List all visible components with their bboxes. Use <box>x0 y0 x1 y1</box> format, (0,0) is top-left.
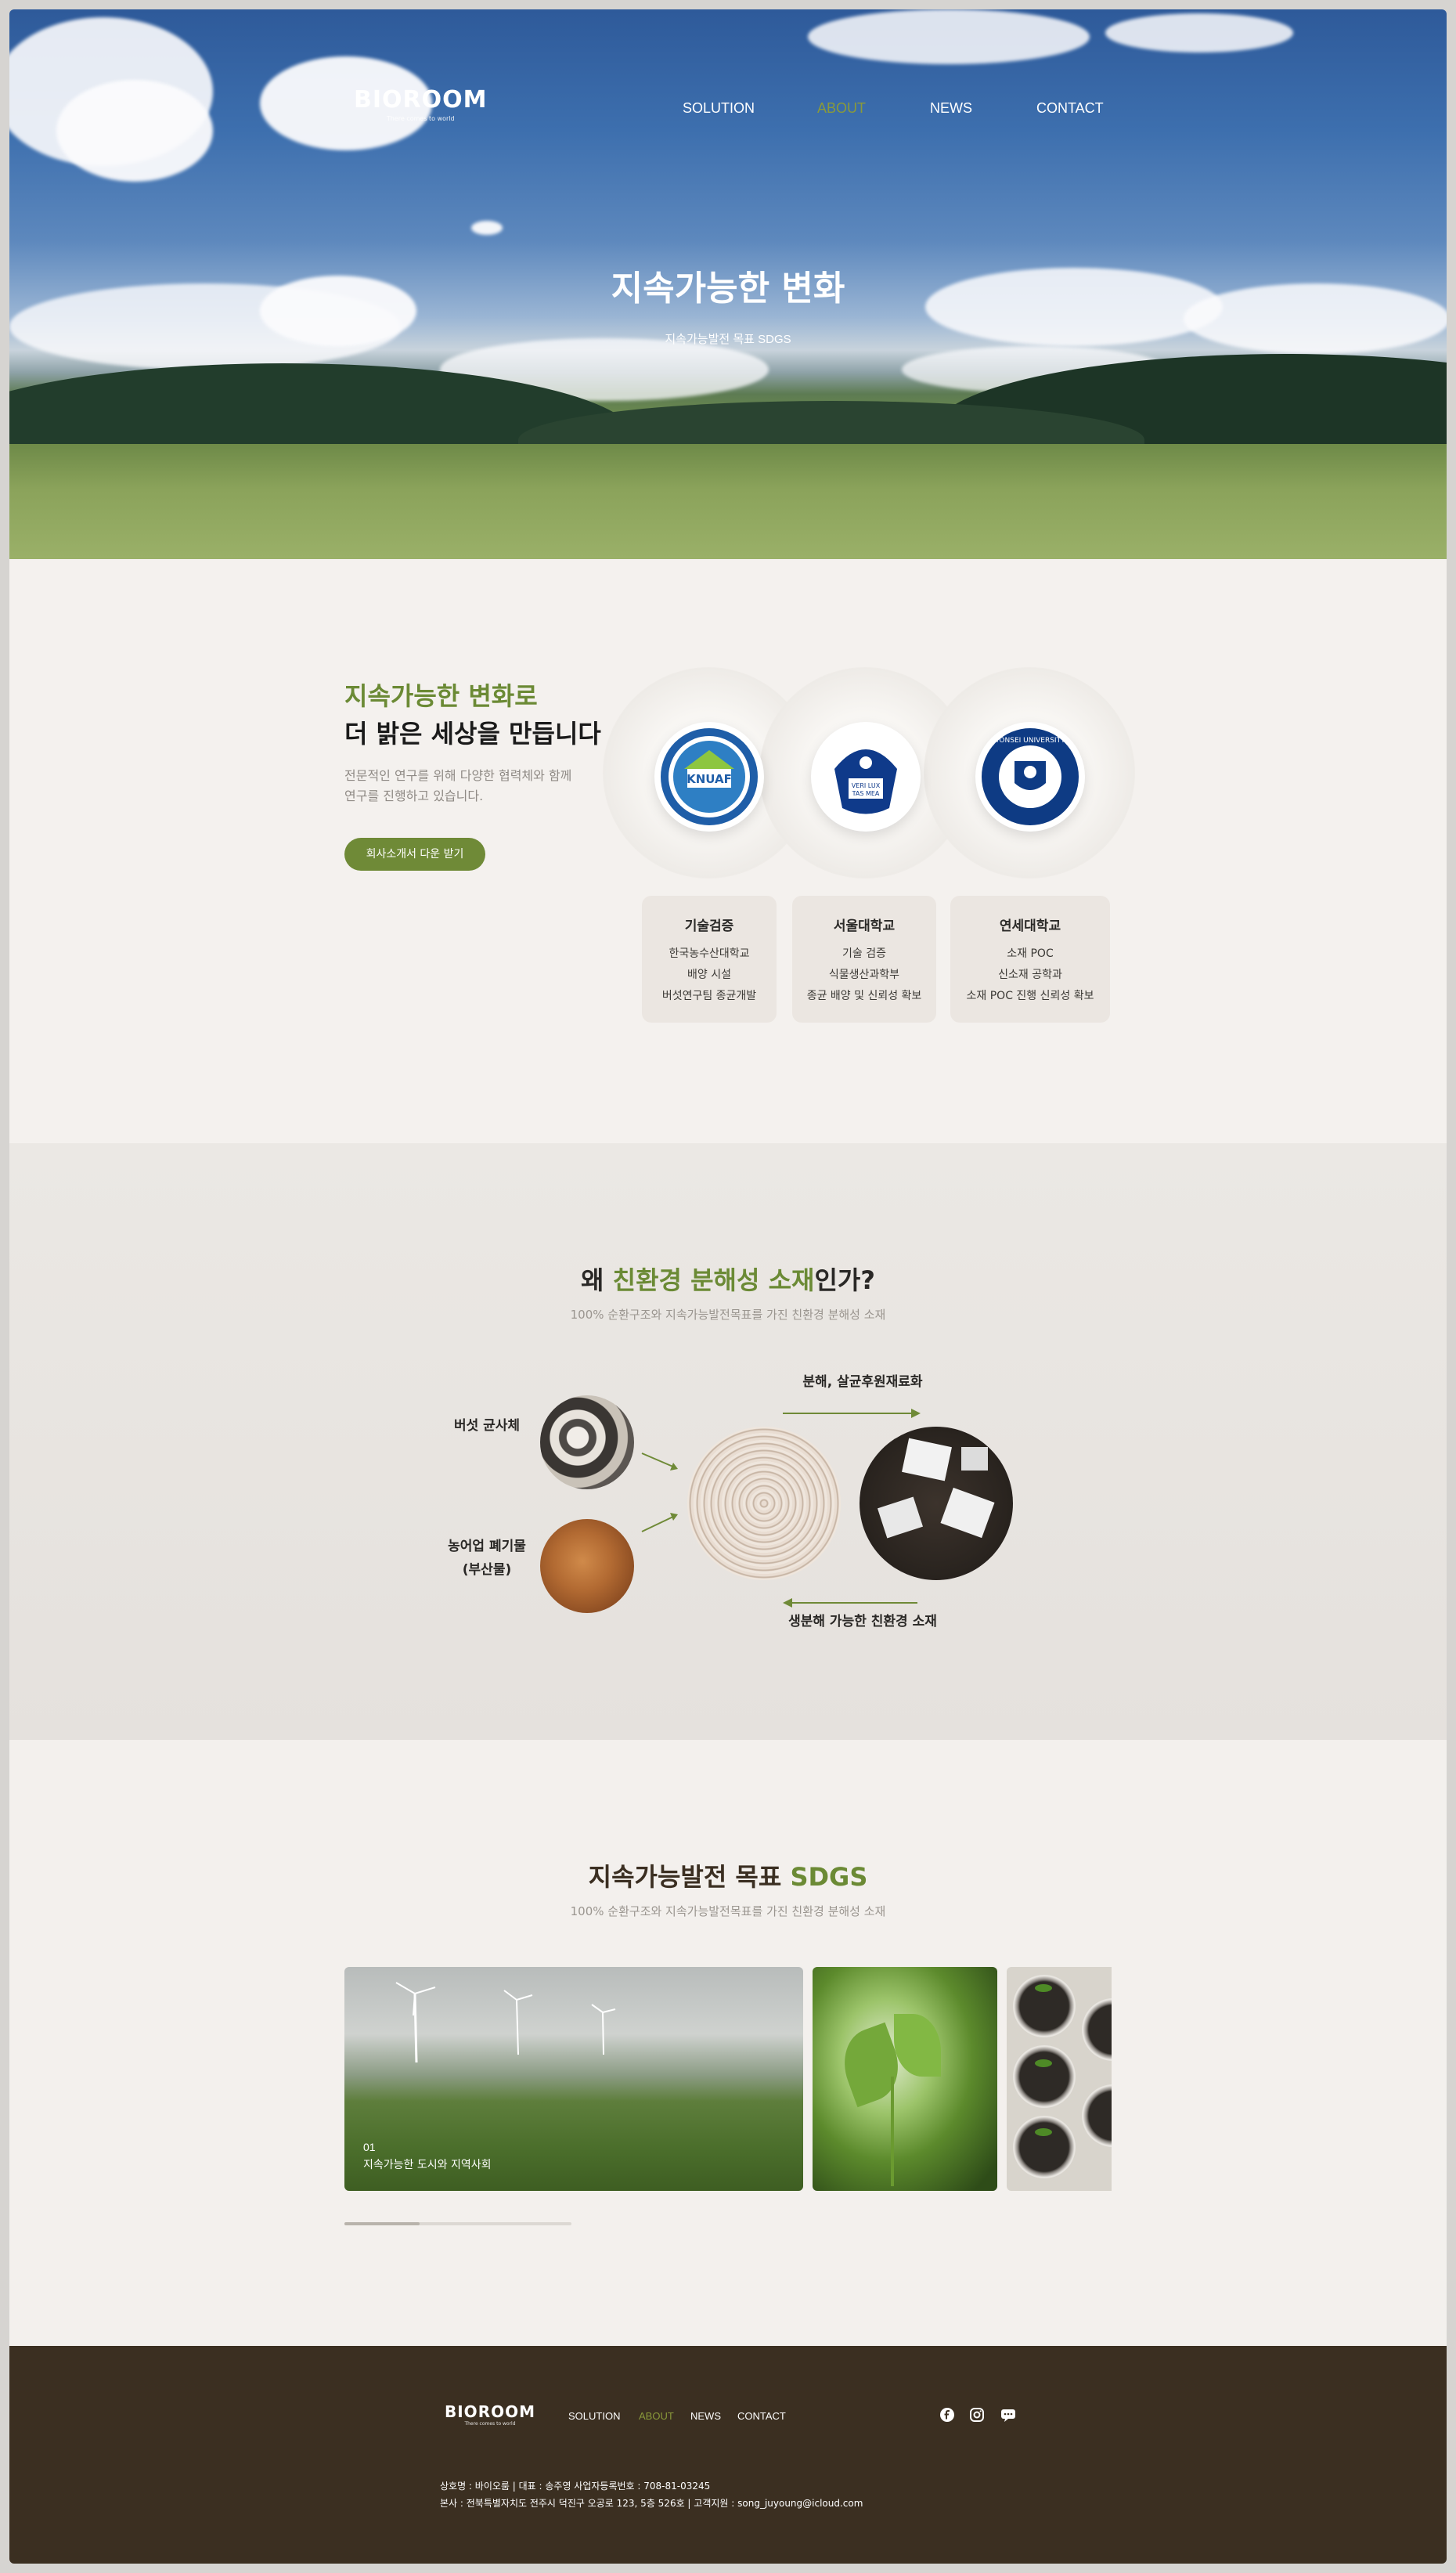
footer-nav-about[interactable]: ABOUT <box>639 2410 674 2422</box>
sdgs-slide[interactable] <box>813 1967 997 2191</box>
why-title-highlight: 친환경 분해성 소재 <box>612 1265 815 1295</box>
partner-card-line: 소재 POC <box>1007 947 1054 960</box>
partner-card: 기술검증 한국농수산대학교 배양 시설 버섯연구팀 종균개발 <box>642 896 777 1023</box>
footer-logo[interactable]: BIOROOM There comes to world <box>445 2402 535 2427</box>
partner-card-line: 한국농수산대학교 <box>669 947 750 960</box>
sdgs-title-highlight: SDGS <box>790 1862 868 1892</box>
facebook-icon[interactable] <box>939 2407 955 2423</box>
nav-news[interactable]: NEWS <box>930 100 972 117</box>
decompose-arrow <box>783 1413 911 1414</box>
footer-brand-tagline: There comes to world <box>464 2421 516 2427</box>
footer: BIOROOM There comes to world SOLUTION AB… <box>9 2346 1447 2564</box>
hero-subtitle: 지속가능발전 목표 SDGS <box>665 333 791 346</box>
footer-nav-contact[interactable]: CONTACT <box>737 2410 786 2422</box>
partner-card-title: 서울대학교 <box>833 918 896 934</box>
hero-section: BIOROOM There comes to world SOLUTION AB… <box>9 9 1447 559</box>
main-nav: SOLUTION ABOUT NEWS CONTACT <box>9 100 1447 124</box>
mushroom-mycelium-image <box>540 1395 634 1489</box>
partner-card-line: 종균 배양 및 신뢰성 확보 <box>806 990 922 1002</box>
footer-nav-news[interactable]: NEWS <box>690 2410 721 2422</box>
page: BIOROOM There comes to world SOLUTION AB… <box>9 9 1447 2564</box>
decompose-label: 분해, 살균후원재료화 <box>802 1374 923 1390</box>
partners-heading-green: 지속가능한 변화로 <box>344 681 538 711</box>
partners-description: 전문적인 연구를 위해 다양한 협력체와 함께 연구를 진행하고 있습니다. <box>344 768 572 803</box>
why-subtitle: 100% 순환구조와 지속가능발전목표를 가진 친환경 분해성 소재 <box>570 1308 886 1322</box>
partner-card-title: 기술검증 <box>684 918 734 934</box>
why-section: 왜 친환경 분해성 소재인가? 100% 순환구조와 지속가능발전목표를 가진 … <box>9 1143 1447 1740</box>
nav-solution[interactable]: SOLUTION <box>683 100 755 117</box>
wind-turbine-icon <box>395 1982 616 2062</box>
partner-card-line: 소재 POC 진행 신뢰성 확보 <box>966 990 1094 1002</box>
sdgs-subtitle: 100% 순환구조와 지속가능발전목표를 가진 친환경 분해성 소재 <box>570 1904 886 1918</box>
company-info: 상호명 : 바이오룸 | 대표 : 송주영 사업자등록번호 : 708-81-0… <box>440 2481 711 2492</box>
knuaf-logo-icon: KNUAF <box>654 722 764 832</box>
hero-title: 지속가능한 변화 <box>611 269 845 309</box>
snu-logo-icon: VERI LUX TAS MEA <box>811 722 921 832</box>
svg-text:KNUAF: KNUAF <box>687 772 732 786</box>
partner-card: 서울대학교 기술 검증 식물생산과학부 종균 배양 및 신뢰성 확보 <box>792 896 936 1023</box>
partner-card-line: 버섯연구팀 종균개발 <box>661 990 757 1002</box>
chat-icon[interactable] <box>1000 2407 1016 2423</box>
why-title-post: 인가? <box>814 1265 875 1295</box>
company-address: 본사 : 전북특별자치도 전주시 덕진구 오공로 123, 5층 526호 | … <box>440 2498 863 2509</box>
partner-card-line: 식물생산과학부 <box>828 969 900 981</box>
sdgs-section: 지속가능발전 목표 SDGS 100% 순환구조와 지속가능발전목표를 가진 친… <box>9 1740 1447 2346</box>
partner-card: 연세대학교 소재 POC 신소재 공학과 소재 POC 진행 신뢰성 확보 <box>950 896 1110 1023</box>
partners-section: 지속가능한 변화로 더 밝은 세상을 만듭니다 전문적인 연구를 위해 다양한 … <box>9 559 1447 1143</box>
svg-text:YONSEI UNIVERSITY: YONSEI UNIVERSITY <box>994 737 1065 745</box>
instagram-icon[interactable] <box>969 2407 985 2423</box>
partner-card-line: 기술 검증 <box>842 947 886 960</box>
partners-heading: 더 밝은 세상을 만듭니다 <box>344 719 601 749</box>
biodegradable-arrow <box>792 1602 917 1604</box>
agri-waste-label: 농어업 폐기물 (부산물) <box>424 1535 550 1582</box>
sdgs-title-pre: 지속가능발전 목표 <box>588 1862 791 1892</box>
agri-waste-label-line2: (부산물) <box>462 1562 512 1578</box>
footer-brand-name: BIOROOM <box>445 2402 535 2421</box>
sdgs-slide[interactable] <box>1007 1967 1112 2191</box>
flow-arrows-icon <box>641 1452 678 1532</box>
slide-number: 01 <box>363 2141 376 2153</box>
agri-waste-image <box>540 1519 634 1613</box>
slide-caption: 지속가능한 도시와 지역사회 <box>363 2159 492 2171</box>
biodegradable-label: 생분해 가능한 친환경 소재 <box>788 1614 937 1629</box>
nav-contact[interactable]: CONTACT <box>1036 100 1104 117</box>
yonsei-logo-icon: YONSEI UNIVERSITY <box>975 722 1085 832</box>
sdgs-slide[interactable]: 01 지속가능한 도시와 지역사회 <box>344 1967 803 2191</box>
mushroom-label: 버섯 균사체 <box>453 1418 521 1434</box>
slider-progress-fill <box>344 2222 420 2225</box>
sdgs-title: 지속가능발전 목표 SDGS <box>9 1857 1447 1893</box>
footer-nav-solution[interactable]: SOLUTION <box>568 2410 620 2422</box>
biodegradable-material-image <box>860 1427 1013 1580</box>
slider-progress[interactable] <box>344 2222 571 2225</box>
partner-card-line: 신소재 공학과 <box>998 969 1062 981</box>
download-brochure-button[interactable]: 회사소개서 다운 받기 <box>344 838 485 871</box>
agri-waste-label-line1: 농어업 폐기물 <box>448 1539 526 1554</box>
why-title: 왜 친환경 분해성 소재인가? <box>9 1261 1447 1297</box>
partner-card-title: 연세대학교 <box>999 918 1061 934</box>
mycelium-material-image <box>687 1427 841 1580</box>
svg-text:VERI LUX: VERI LUX <box>852 782 881 789</box>
why-title-pre: 왜 <box>581 1265 613 1295</box>
partner-card-line: 배양 시설 <box>687 969 731 981</box>
nav-about[interactable]: ABOUT <box>817 100 866 117</box>
svg-text:TAS MEA: TAS MEA <box>852 790 880 797</box>
